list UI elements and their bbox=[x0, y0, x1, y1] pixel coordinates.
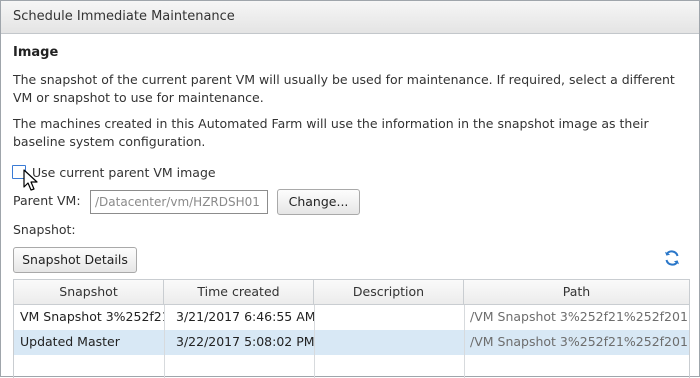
parent-vm-field: /Datacenter/vm/HZRDSH01 bbox=[90, 190, 268, 214]
cell-path: /VM Snapshot 3%252f21%252f201 bbox=[470, 334, 688, 349]
change-button[interactable]: Change... bbox=[277, 189, 360, 215]
schedule-maintenance-dialog: Schedule Immediate Maintenance Image The… bbox=[0, 0, 700, 378]
image-section-heading: Image bbox=[13, 45, 59, 60]
column-divider bbox=[464, 305, 465, 378]
column-divider bbox=[314, 305, 315, 378]
column-header-description[interactable]: Description bbox=[314, 280, 464, 305]
snapshot-table: Snapshot Time created Description Path V… bbox=[13, 279, 690, 378]
table-row[interactable]: VM Snapshot 3%252f21 3/21/2017 6:46:55 A… bbox=[14, 305, 689, 330]
parent-vm-label: Parent VM: bbox=[13, 193, 81, 208]
refresh-icon[interactable] bbox=[663, 249, 681, 267]
column-header-time-created[interactable]: Time created bbox=[164, 280, 314, 305]
cell-description bbox=[314, 305, 464, 330]
column-divider bbox=[164, 305, 165, 378]
table-row-selected[interactable]: Updated Master 3/22/2017 5:08:02 PM /VM … bbox=[14, 330, 689, 355]
snapshot-details-button[interactable]: Snapshot Details bbox=[13, 247, 137, 273]
image-description-1: The snapshot of the current parent VM wi… bbox=[13, 72, 675, 105]
image-description-2: The machines created in this Automated F… bbox=[13, 116, 649, 149]
column-header-snapshot[interactable]: Snapshot bbox=[14, 280, 164, 305]
use-current-parent-label[interactable]: Use current parent VM image bbox=[32, 165, 216, 180]
mouse-pointer-icon bbox=[23, 169, 38, 191]
snapshot-label: Snapshot: bbox=[13, 222, 76, 237]
cell-snapshot: VM Snapshot 3%252f21 bbox=[20, 309, 164, 324]
cell-time-created: 3/21/2017 6:46:55 AM bbox=[176, 309, 314, 324]
cell-snapshot: Updated Master bbox=[20, 334, 120, 349]
table-header: Snapshot Time created Description Path bbox=[14, 280, 689, 305]
cell-path: /VM Snapshot 3%252f21%252f201 bbox=[470, 309, 688, 324]
cell-time-created: 3/22/2017 5:08:02 PM bbox=[176, 334, 314, 349]
column-header-path[interactable]: Path bbox=[464, 280, 689, 305]
dialog-title: Schedule Immediate Maintenance bbox=[1, 1, 699, 34]
cell-description bbox=[314, 330, 464, 355]
use-current-parent-row[interactable]: Use current parent VM image bbox=[12, 163, 216, 181]
